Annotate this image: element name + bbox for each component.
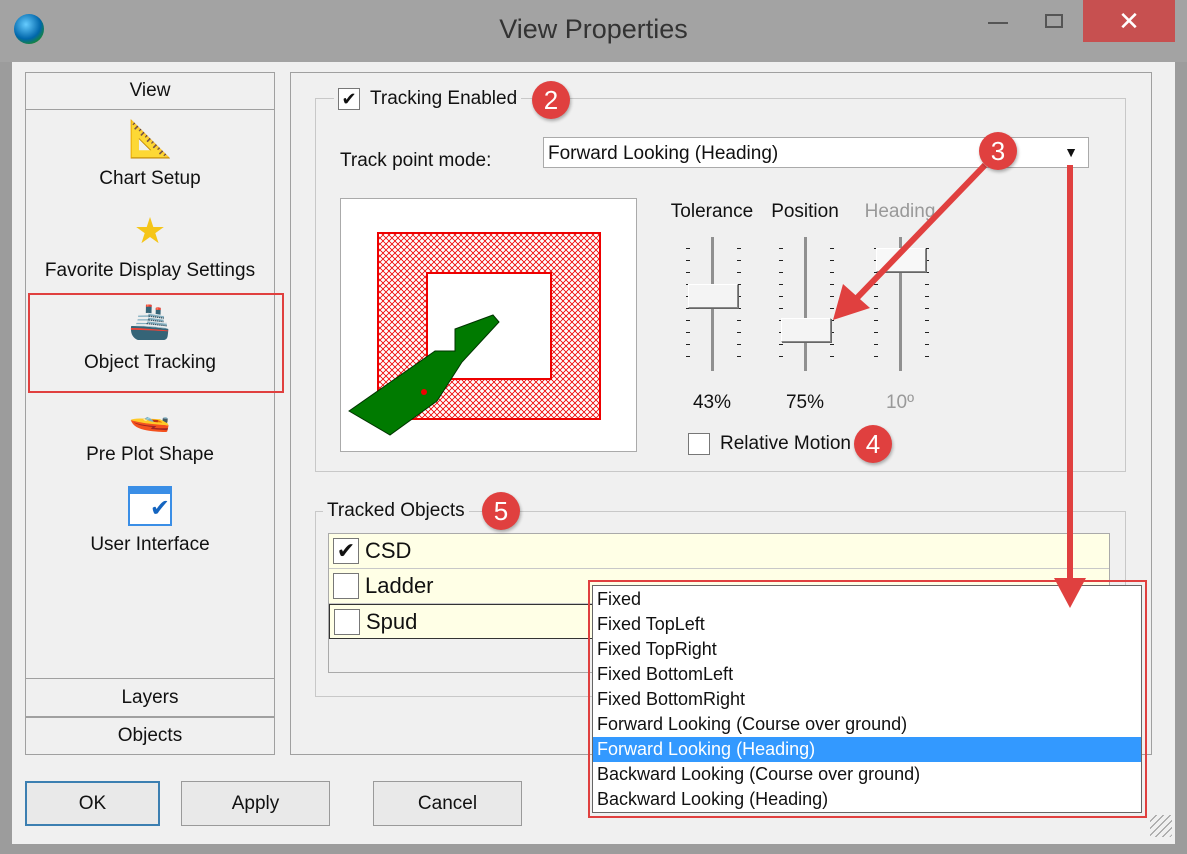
annotation-arrows (833, 162, 1086, 608)
annotation-badge: 4 (854, 425, 892, 463)
arrow-head (1054, 578, 1086, 608)
annotation-badge: 3 (979, 132, 1017, 170)
annotation-badge: 2 (532, 81, 570, 119)
arrow-to-position-slider (852, 162, 988, 303)
annotation-badge: 5 (482, 492, 520, 530)
